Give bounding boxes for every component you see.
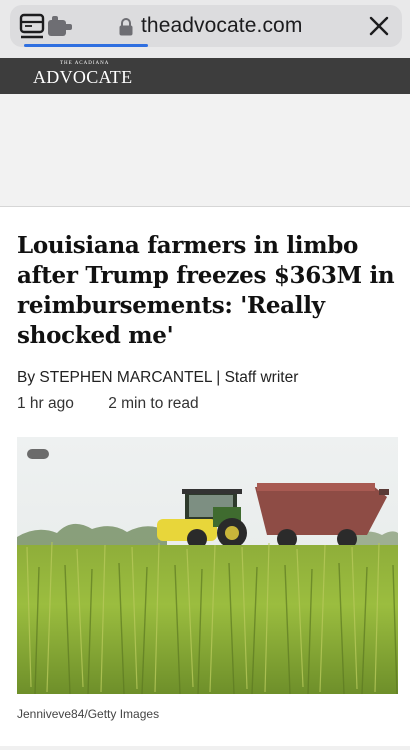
site-masthead: THE ACADIANA ADVOCATE [0, 58, 410, 94]
rice-field-tractor-image [17, 437, 398, 694]
logo-kicker: THE ACADIANA [60, 61, 110, 66]
tab-overview-icon [19, 13, 45, 39]
article-photo[interactable] [17, 437, 398, 694]
ad-placeholder [0, 94, 410, 207]
divider [0, 746, 410, 750]
article-read-time: 2 min to read [108, 395, 199, 412]
article-byline[interactable]: By STEPHEN MARCANTEL | Staff writer [17, 369, 298, 387]
photo-credit: Jenniveve84/Getty Images [17, 707, 160, 721]
url-text[interactable]: theadvocate.com [141, 14, 302, 38]
lock-icon [118, 17, 134, 37]
article-headline: Louisiana farmers in limbo after Trump f… [17, 232, 395, 349]
logo-wordmark: ADVOCATE [33, 67, 133, 87]
photo-gallery-indicator[interactable] [27, 449, 49, 459]
article-time-ago: 1 hr ago [17, 395, 74, 412]
close-icon[interactable] [368, 15, 390, 37]
article-meta: 1 hr ago 2 min to read [17, 395, 199, 413]
article: Louisiana farmers in limbo after Trump f… [0, 207, 410, 750]
browser-toolbar: theadvocate.com [0, 0, 410, 58]
address-bar[interactable]: theadvocate.com [10, 5, 402, 47]
page-load-progress [24, 44, 148, 47]
extension-icon [48, 16, 72, 36]
tab-overview-button[interactable] [18, 11, 84, 41]
